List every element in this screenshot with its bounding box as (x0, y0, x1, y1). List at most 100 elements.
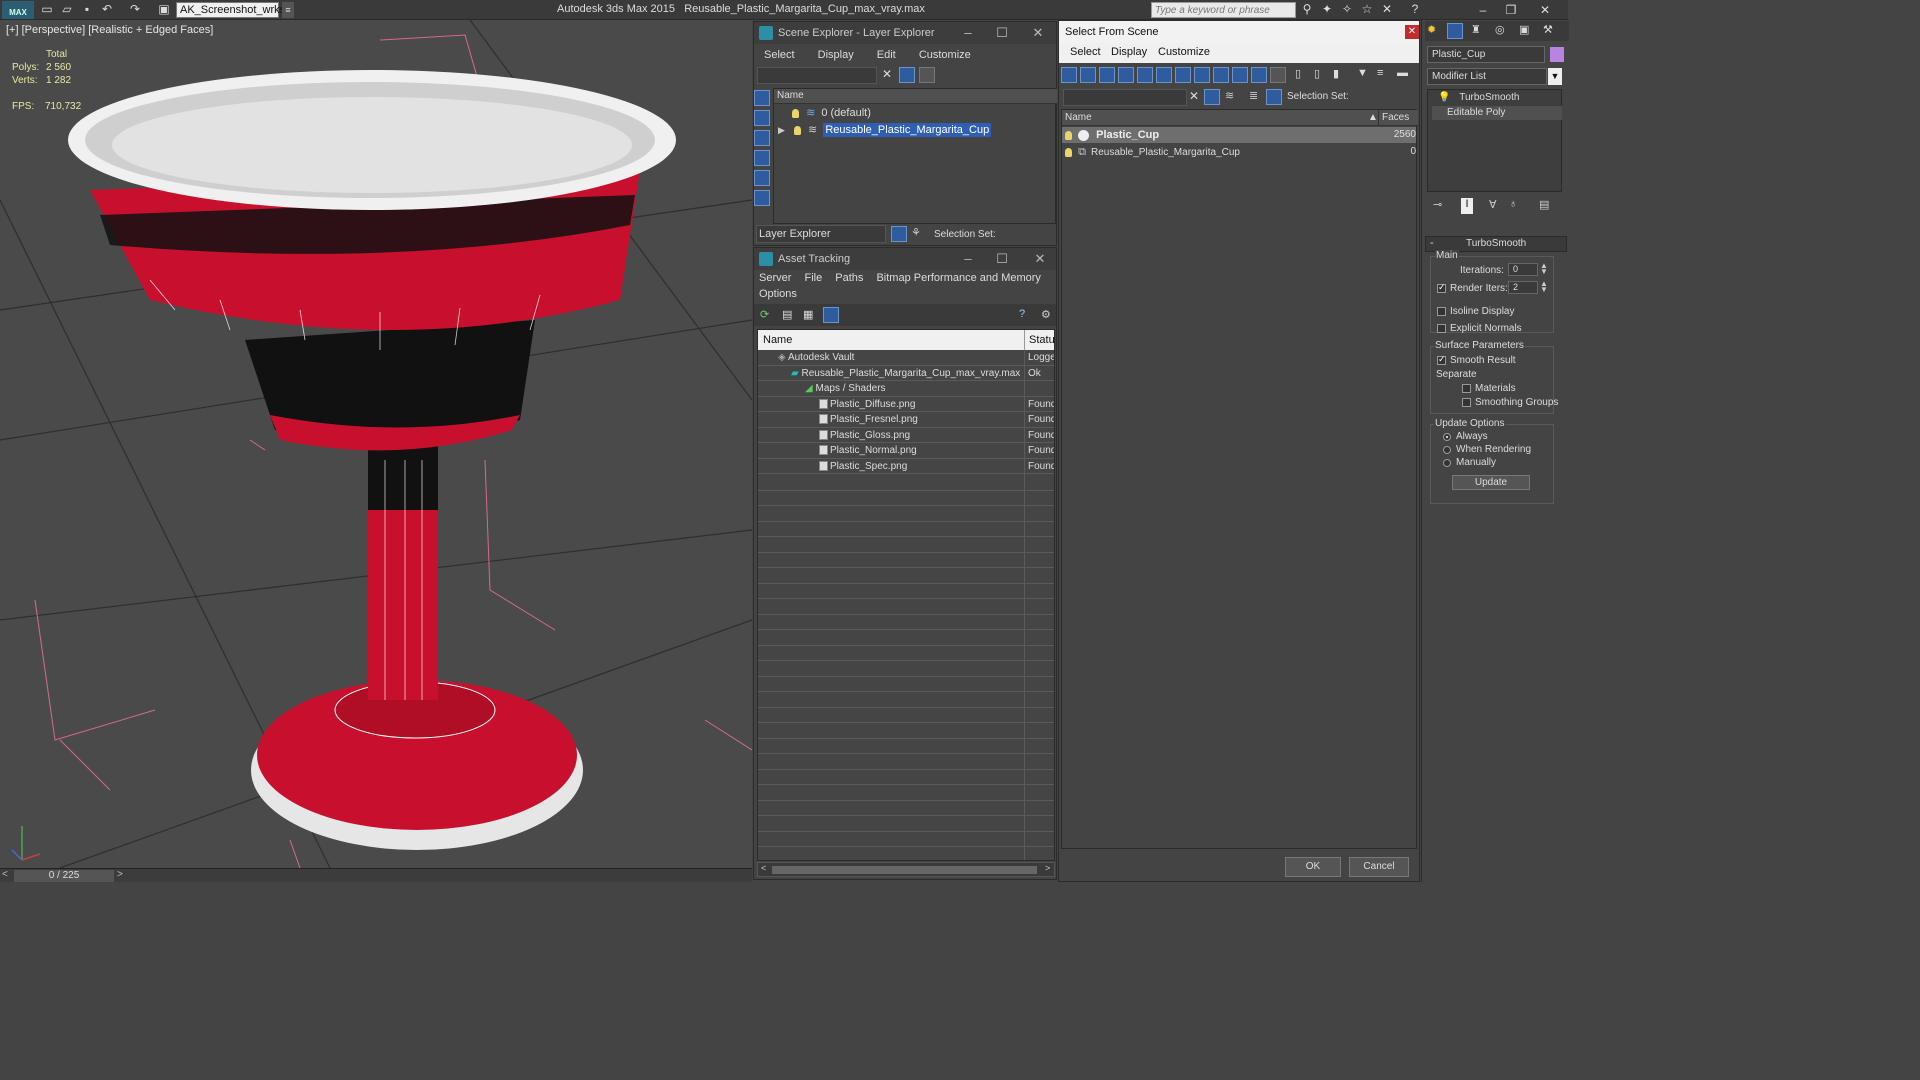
asset-row[interactable]: Plastic_Spec.png Found (758, 459, 1054, 474)
display-all-icon[interactable]: ▯ (1295, 67, 1301, 80)
menu-paths[interactable]: Paths (835, 270, 863, 286)
layer-explorer-icon[interactable] (891, 226, 907, 242)
close-icon[interactable]: ✕ (1022, 248, 1058, 270)
display-tab-icon[interactable]: ▣ (1519, 23, 1529, 36)
filter-bones-icon[interactable] (1213, 67, 1229, 83)
display-none-icon[interactable]: ▯ (1314, 67, 1320, 80)
filter-hidden-icon[interactable] (1270, 67, 1286, 83)
clear-search-icon[interactable]: ✕ (882, 67, 892, 81)
maximize-icon[interactable]: ☐ (984, 248, 1020, 270)
menu-file[interactable]: File (804, 270, 822, 286)
select-from-scene-titlebar[interactable]: Select From Scene (1059, 21, 1419, 43)
bulb-icon[interactable]: 💡 (1438, 92, 1450, 103)
asset-row[interactable]: ▰ Reusable_Plastic_Margarita_Cup_max_vra… (758, 366, 1054, 381)
column-header-status[interactable]: Status (1024, 330, 1054, 350)
display-shapes-icon[interactable] (754, 110, 770, 126)
menu-options[interactable]: Options (759, 286, 797, 302)
asset-row[interactable]: Plastic_Diffuse.png Found (758, 397, 1054, 412)
open-icon[interactable]: ▱ (60, 3, 74, 16)
column-header-name[interactable]: Name (774, 89, 1057, 104)
cancel-button[interactable]: Cancel (1349, 857, 1409, 877)
when-rendering-radio[interactable] (1443, 446, 1451, 454)
clear-search-icon[interactable]: ✕ (1189, 89, 1199, 103)
remove-modifier-icon[interactable]: ♁ (1509, 198, 1517, 210)
chevron-down-icon[interactable]: ▼ (1548, 68, 1562, 85)
filter-helpers-icon[interactable] (1137, 67, 1153, 83)
render-iters-checkbox[interactable] (1437, 282, 1446, 293)
display-invert-icon[interactable]: ▮ (1333, 67, 1339, 80)
thumbnail-view-icon[interactable]: ▦ (803, 308, 813, 321)
motion-tab-icon[interactable]: ◎ (1495, 23, 1505, 36)
asset-row[interactable]: Plastic_Gloss.png Found (758, 428, 1054, 443)
menu-display[interactable]: Display (1111, 46, 1147, 58)
object-color-swatch[interactable] (1550, 47, 1564, 62)
menu-server[interactable]: Server (759, 270, 791, 286)
minimize-icon[interactable]: – (1470, 1, 1496, 19)
settings-icon[interactable]: ⚙ (1041, 308, 1051, 321)
minimize-icon[interactable]: – (950, 22, 986, 44)
asset-row[interactable]: ◈ Autodesk Vault Logged (758, 350, 1054, 366)
workspace-dropdown-arrow[interactable]: ≡ (282, 2, 294, 18)
stack-item[interactable]: 💡 TurboSmooth (1438, 92, 1519, 103)
display-helpers-icon[interactable] (754, 170, 770, 186)
stack-item[interactable]: Editable Poly (1432, 106, 1562, 120)
show-end-result-icon[interactable]: I (1461, 198, 1473, 214)
smoothing-groups-checkbox[interactable] (1462, 398, 1471, 407)
materials-checkbox[interactable] (1462, 384, 1471, 393)
manually-radio[interactable] (1443, 459, 1451, 467)
render-iters-field[interactable]: 2 (1508, 281, 1538, 294)
menu-display[interactable]: Display (818, 45, 854, 65)
bulb-icon[interactable] (793, 125, 801, 135)
create-tab-icon[interactable]: ✹ (1427, 23, 1436, 36)
next-frame-icon[interactable]: > (117, 869, 123, 880)
asset-row[interactable]: ◢ Maps / Shaders (758, 381, 1054, 397)
configure-sets-icon[interactable]: ▤ (1539, 198, 1549, 211)
update-button[interactable]: Update (1452, 475, 1530, 490)
utilities-tab-icon[interactable]: ⚒ (1543, 23, 1553, 36)
viewport-label[interactable]: [+] [Perspective] [Realistic + Edged Fac… (6, 24, 213, 36)
modify-tab-icon[interactable] (1447, 23, 1463, 39)
display-spacewarps-icon[interactable] (754, 190, 770, 206)
display-geometry-icon[interactable] (754, 90, 770, 106)
asset-row[interactable]: Plastic_Fresnel.png Found (758, 412, 1054, 428)
close-icon[interactable]: ✕ (1020, 22, 1056, 44)
hierarchy-tab-icon[interactable]: ♜ (1471, 23, 1481, 36)
filter-frozen-icon[interactable] (1251, 67, 1267, 83)
restore-icon[interactable]: ❐ (1498, 1, 1524, 19)
column-header-name[interactable]: Name (763, 330, 792, 350)
list-view-icon[interactable]: ▤ (782, 308, 792, 321)
iterations-spinner[interactable]: ▲ ▼ (1540, 262, 1548, 276)
filter-shapes-icon[interactable] (1080, 67, 1096, 83)
bulb-icon[interactable] (1065, 130, 1072, 140)
help-icon[interactable]: ? (1408, 3, 1422, 16)
filter-spacewarps-icon[interactable] (1156, 67, 1172, 83)
menu-bitmap-performance[interactable]: Bitmap Performance and Memory (876, 270, 1040, 286)
scene-search-field[interactable] (757, 67, 877, 84)
table-view-icon[interactable] (823, 307, 839, 323)
filter-icon[interactable] (899, 67, 915, 83)
horizontal-scrollbar[interactable]: < > (757, 862, 1055, 877)
hierarchy-icon[interactable]: ≣ (1249, 89, 1258, 102)
prev-frame-icon[interactable]: < (2, 869, 8, 880)
name-search-field[interactable] (1063, 89, 1187, 106)
display-cameras-icon[interactable] (754, 150, 770, 166)
explorer-type-dropdown[interactable]: Layer Explorer (756, 225, 886, 243)
column-header-name[interactable]: Name (1065, 112, 1092, 123)
layer-row[interactable]: ≋ 0 (default) (774, 105, 1055, 121)
scroll-right-icon[interactable]: > (1045, 863, 1050, 873)
always-radio[interactable] (1443, 433, 1451, 441)
collapse-icon[interactable]: - (1430, 237, 1434, 249)
object-row[interactable]: ⧉ Reusable_Plastic_Margarita_Cup 0 (1062, 144, 1416, 160)
save-icon[interactable]: ▪ (80, 3, 94, 16)
ok-button[interactable]: OK (1285, 857, 1341, 877)
filter-containers-icon[interactable] (1232, 67, 1248, 83)
help-icon[interactable]: ? (1019, 308, 1025, 320)
sort-icon[interactable]: ≡ (1377, 67, 1383, 79)
exchange-icon[interactable]: ✕ (1380, 3, 1394, 16)
filter-xrefs-icon[interactable] (1194, 67, 1210, 83)
undo-icon[interactable]: ↶ (100, 3, 114, 16)
menu-customize[interactable]: Customize (1158, 46, 1210, 58)
menu-edit[interactable]: Edit (877, 45, 896, 65)
search-input[interactable]: Type a keyword or phrase (1151, 2, 1296, 18)
render-iters-spinner[interactable]: ▲ ▼ (1540, 280, 1548, 294)
